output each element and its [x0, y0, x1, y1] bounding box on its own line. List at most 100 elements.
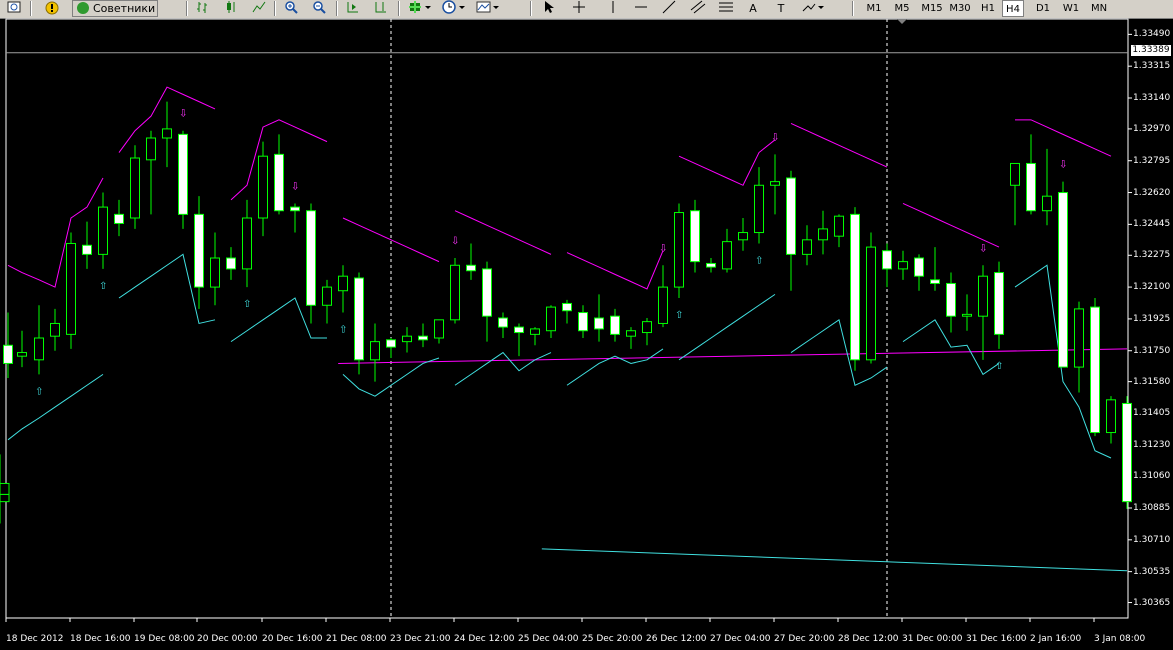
candle-body	[114, 213, 124, 224]
buy-arrow-icon: ⇧	[99, 281, 107, 292]
timeframe-mn[interactable]: MN	[1087, 0, 1111, 17]
periods-icon[interactable]	[440, 0, 468, 17]
templates-icon[interactable]	[474, 0, 502, 17]
time-tick-label: 19 Dec 08:00	[134, 634, 195, 644]
toolbar: Советники A T M1 M5 M15 M30 H1 H4 D1 W1 MN	[0, 0, 1173, 19]
price-tick-label: 1.33490	[1133, 29, 1171, 40]
upper-channel-line	[454, 210, 552, 255]
sell-arrow-icon: ⇩	[979, 243, 987, 254]
line-chart-icon[interactable]	[250, 0, 268, 17]
trendline-icon[interactable]	[660, 0, 678, 17]
crosshair-icon[interactable]	[570, 0, 588, 17]
fibonacci-icon[interactable]	[716, 0, 736, 17]
horizontal-line-icon[interactable]	[632, 0, 650, 17]
candle-body	[834, 215, 844, 237]
upper-channel-line	[338, 348, 1128, 364]
candle-body	[210, 257, 220, 288]
sell-arrow-icon: ⇩	[771, 132, 779, 143]
equidistant-channel-icon[interactable]	[688, 0, 708, 17]
candle-body	[706, 262, 716, 268]
candle-body	[498, 317, 508, 328]
candle-body	[866, 246, 876, 361]
candle-body	[690, 210, 700, 263]
candle-body	[946, 282, 956, 317]
alert-icon[interactable]	[42, 0, 62, 17]
chart-shift-icon[interactable]	[372, 0, 390, 17]
candle-body	[1090, 306, 1100, 434]
candle-body	[402, 335, 412, 343]
text-field-tool[interactable]: T	[774, 0, 788, 17]
candle-body	[370, 341, 380, 361]
candle-body	[17, 352, 27, 357]
price-chart[interactable]: ⇩ ⇩ ⇩ ⇩ ⇩ ⇩ ⇩ ⇧ ⇧ ⇧ ⇧ ⇧ ⇧ ⇧	[0, 18, 1173, 650]
price-tick-label: 1.31580	[1133, 376, 1171, 387]
candle-body	[578, 312, 588, 332]
candle-body	[242, 217, 252, 270]
buy-arrow-icon: ⇧	[339, 325, 347, 336]
vertical-line-icon[interactable]	[604, 0, 622, 17]
candle-body	[930, 279, 940, 284]
candle-body	[722, 241, 732, 270]
time-tick-label: 23 Dec 21:00	[390, 634, 451, 644]
candle-body	[850, 213, 860, 361]
timeframe-d1[interactable]: D1	[1031, 0, 1055, 17]
buy-arrow-icon: ⇧	[755, 255, 763, 266]
timeframe-w1[interactable]: W1	[1059, 0, 1083, 17]
candle-body	[82, 244, 92, 255]
text-label-tool[interactable]: A	[746, 0, 760, 17]
buy-arrow-icon: ⇧	[675, 310, 683, 321]
candle-body	[562, 302, 572, 312]
bar-chart-icon[interactable]	[194, 0, 212, 17]
sell-arrow-icon: ⇩	[659, 243, 667, 254]
time-tick-label: 27 Dec 20:00	[774, 634, 835, 644]
time-tick-label: 25 Dec 20:00	[582, 634, 643, 644]
candle-body	[434, 319, 444, 339]
timeframe-m5[interactable]: M5	[889, 0, 915, 17]
price-tick-label: 1.32100	[1133, 282, 1171, 293]
price-tick-label: 1.31750	[1133, 345, 1171, 356]
candle-body	[194, 213, 204, 288]
candle-body	[898, 261, 908, 270]
candle-body	[66, 242, 76, 335]
timeframe-m1[interactable]: M1	[862, 0, 886, 17]
candle-body	[674, 212, 684, 288]
candle-body	[322, 286, 332, 306]
candle-body	[978, 275, 988, 317]
lower-channel-line	[541, 548, 1128, 572]
zoom-in-icon[interactable]	[282, 0, 300, 17]
candle-body	[802, 239, 812, 255]
timeframe-h1[interactable]: H1	[976, 0, 1000, 17]
candle-body	[786, 177, 796, 255]
timeframe-m15[interactable]: M15	[920, 0, 944, 17]
expert-advisors-button[interactable]: Советники	[72, 0, 158, 17]
time-tick-label: 27 Dec 04:00	[710, 634, 771, 644]
candle-chart-icon[interactable]	[222, 0, 240, 17]
candle-body	[738, 232, 748, 241]
time-tick-label: 20 Dec 00:00	[197, 634, 258, 644]
upper-channel-line	[678, 139, 776, 186]
candle-body	[466, 264, 476, 272]
upper-channel-line	[7, 177, 104, 288]
indicators-icon[interactable]	[406, 0, 434, 17]
price-tick-label: 1.32445	[1133, 219, 1171, 230]
upper-channel-line	[566, 250, 664, 290]
candle-body	[50, 322, 60, 337]
zoom-out-icon[interactable]	[310, 0, 328, 17]
lower-channel-line	[7, 373, 104, 441]
candle-body	[962, 313, 972, 317]
arrows-icon[interactable]	[800, 0, 826, 17]
chart-area[interactable]: ⇩ ⇩ ⇩ ⇩ ⇩ ⇩ ⇩ ⇧ ⇧ ⇧ ⇧ ⇧ ⇧ ⇧ 1.33389 1.33490 1.33315 1.3…	[0, 18, 1173, 650]
sell-arrow-icon: ⇩	[451, 236, 459, 247]
candle-body	[818, 228, 828, 241]
time-tick-label: 20 Dec 16:00	[262, 634, 323, 644]
candle-body	[306, 210, 316, 306]
timeframe-m30[interactable]: M30	[947, 0, 973, 17]
candle-body	[34, 337, 44, 361]
candle-body	[594, 317, 604, 330]
navigator-icon[interactable]	[4, 0, 24, 17]
candle-body	[338, 275, 348, 292]
cursor-icon[interactable]	[540, 0, 558, 17]
timeframe-h4[interactable]: H4	[1002, 0, 1024, 17]
chart-shift-marker	[897, 19, 907, 24]
auto-scroll-icon[interactable]	[344, 0, 362, 17]
